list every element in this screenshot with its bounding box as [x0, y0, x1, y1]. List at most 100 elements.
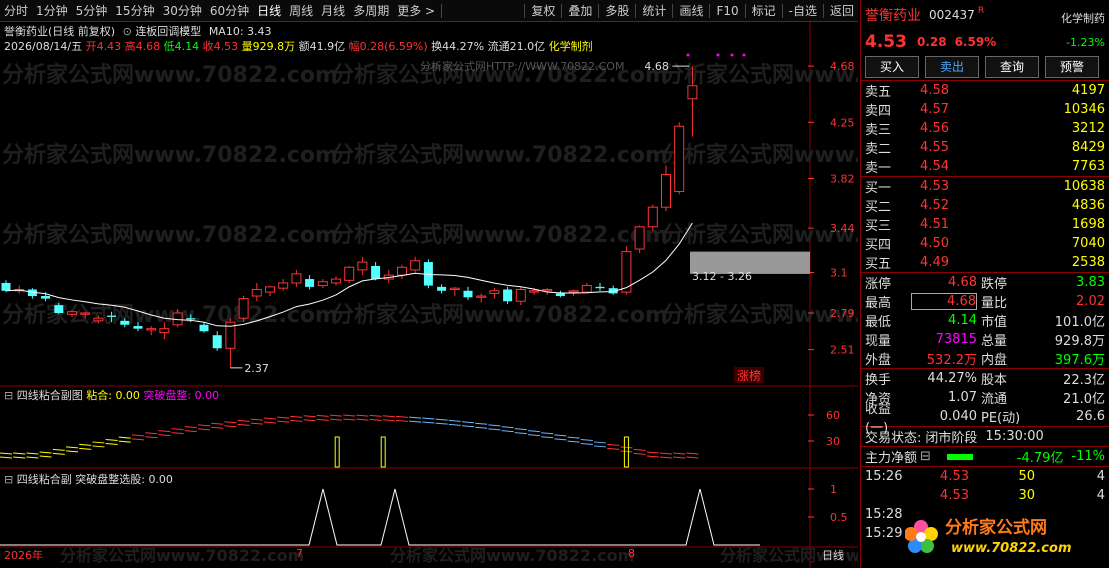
book-row[interactable]: 卖五 4.58 4197 — [861, 81, 1109, 100]
toolbar-separator — [598, 3, 600, 18]
toolbar-action-4[interactable]: 画线 — [675, 2, 707, 19]
indicator-icon[interactable]: ⊟ — [4, 389, 13, 402]
ribbon-segment — [343, 418, 356, 421]
stat-label: 跌停 — [981, 277, 1008, 292]
book-volume: 7040 — [1071, 236, 1105, 251]
period-tab-9[interactable]: 多周期 — [349, 2, 393, 19]
ribbon-segment — [39, 451, 52, 454]
watermark-top: 分析家公式网HTTP://WWW.70822.COM — [420, 59, 624, 73]
book-row[interactable]: 卖二 4.55 8429 — [861, 138, 1109, 157]
bar-close: 收4.53 — [202, 40, 239, 53]
book-label: 卖一 — [865, 161, 892, 176]
ribbon-segment — [277, 416, 290, 419]
ribbon-segment — [290, 415, 303, 418]
buy-button[interactable]: 买入 — [865, 56, 919, 78]
bar-high: 高4.68 — [124, 40, 161, 53]
candle — [331, 276, 341, 286]
ribbon-segment — [118, 440, 131, 443]
period-tab-0[interactable]: 分时 — [0, 2, 32, 19]
toolbar-action-0[interactable]: 复权 — [527, 2, 559, 19]
period-tab-10[interactable]: 更多 > — [393, 2, 439, 19]
ribbon-segment — [673, 452, 686, 455]
period-tab-7[interactable]: 周线 — [285, 2, 317, 19]
ribbon-segment — [237, 419, 250, 422]
ribbon-segment — [369, 418, 382, 421]
period-tab-4[interactable]: 30分钟 — [159, 2, 206, 19]
watermark: 分析家公式网www.70822.com — [390, 546, 634, 565]
toolbar-separator — [441, 3, 443, 18]
model-name: 连板回调模型 — [135, 25, 202, 38]
y-tick-label: 2.51 — [830, 344, 855, 357]
book-label: 买三 — [865, 219, 892, 234]
ribbon-segment — [554, 438, 567, 441]
period-tab-8[interactable]: 月线 — [317, 2, 349, 19]
book-label: 卖三 — [865, 123, 892, 138]
book-row[interactable]: 卖三 4.56 3212 — [861, 119, 1109, 138]
bar-sector: 化学制剂 — [548, 40, 593, 53]
sub1-title: 四线粘合副图 — [16, 389, 83, 402]
toolbar-action-5[interactable]: F10 — [712, 4, 742, 18]
ribbon-segment — [501, 426, 514, 429]
period-tab-6[interactable]: 日线 — [253, 2, 285, 19]
stat-value: 4.68 — [911, 293, 977, 310]
stat-label: 流通 — [981, 392, 1008, 407]
ribbon-segment — [514, 432, 527, 435]
toolbar-action-2[interactable]: 多股 — [601, 2, 633, 19]
ribbon-segment — [92, 441, 105, 444]
ribbon-segment — [329, 418, 343, 421]
breakout-marker — [334, 436, 340, 468]
book-row[interactable]: 买一 4.53 10638 — [861, 177, 1109, 196]
query-button[interactable]: 查询 — [985, 56, 1039, 78]
period-tab-2[interactable]: 5分钟 — [72, 2, 112, 19]
book-row[interactable]: 买五 4.49 2538 — [861, 253, 1109, 272]
period-tab-5[interactable]: 60分钟 — [206, 2, 253, 19]
toolbar-action-8[interactable]: 返回 — [826, 2, 858, 19]
period-tab-1[interactable]: 1分钟 — [32, 2, 72, 19]
watermark: 分析家公式网www.70822.com — [662, 142, 858, 168]
book-row[interactable]: 买四 4.50 7040 — [861, 234, 1109, 253]
ribbon-segment — [580, 443, 593, 446]
sub2-title: 四线粘合副 — [16, 473, 72, 486]
stat-label: 现量 — [865, 334, 892, 349]
ribbon-segment — [118, 436, 131, 439]
ribbon-segment — [488, 424, 501, 427]
sell-button[interactable]: 卖出 — [925, 56, 979, 78]
toolbar-action-7[interactable]: -自选 — [785, 2, 821, 19]
ribbon-segment — [184, 430, 197, 433]
book-row[interactable]: 卖四 4.57 10346 — [861, 100, 1109, 119]
period-tab-3[interactable]: 15分钟 — [111, 2, 158, 19]
y-tick-label: 3.1 — [830, 267, 848, 280]
ribbon-segment — [461, 425, 475, 428]
book-row[interactable]: 卖一 4.54 7763 — [861, 157, 1109, 176]
candle — [437, 284, 447, 294]
toolbar-separator — [781, 3, 783, 18]
ribbon-segment — [541, 436, 554, 439]
sub2-value1: 0.00 — [148, 473, 173, 486]
watermark: 分析家公式网www.70822.com — [2, 62, 338, 88]
gear-icon[interactable]: ⊙ — [123, 25, 132, 38]
book-row[interactable]: 买三 4.51 1698 — [861, 215, 1109, 234]
ribbon-segment — [620, 446, 633, 449]
detail-icon[interactable]: ⊟ — [920, 449, 931, 464]
candle — [14, 285, 25, 294]
toolbar-action-1[interactable]: 叠加 — [564, 2, 596, 19]
indicator-icon[interactable]: ⊟ — [4, 473, 13, 486]
main-kline-chart[interactable]: 分析家公式网www.70822.com 分析家公式网www.70822.com 分析… — [0, 22, 858, 387]
main-flow-pct: -11% — [1071, 449, 1105, 464]
book-label: 买二 — [865, 200, 892, 215]
last-price: 4.53 — [865, 32, 907, 52]
watermark: 分析家公式网www.70822.com — [60, 546, 304, 565]
toolbar-action-6[interactable]: 标记 — [748, 2, 780, 19]
signal-dot — [716, 53, 720, 57]
toolbar-action-3[interactable]: 统计 — [638, 2, 670, 19]
alert-button[interactable]: 预警 — [1045, 56, 1099, 78]
sector-name[interactable]: 化学制药 — [1061, 10, 1105, 26]
stat-row: 最低 4.14 市值 101.0亿 — [861, 311, 1109, 330]
book-row[interactable]: 买二 4.52 4836 — [861, 196, 1109, 215]
ribbon-segment — [607, 447, 620, 450]
tick-count: 4 — [1096, 488, 1105, 503]
watermark: 分析家公式网www.70822.com — [332, 302, 668, 328]
ribbon-segment — [263, 417, 277, 420]
ribbon-segment — [593, 441, 607, 444]
book-volume: 2538 — [1071, 255, 1105, 270]
